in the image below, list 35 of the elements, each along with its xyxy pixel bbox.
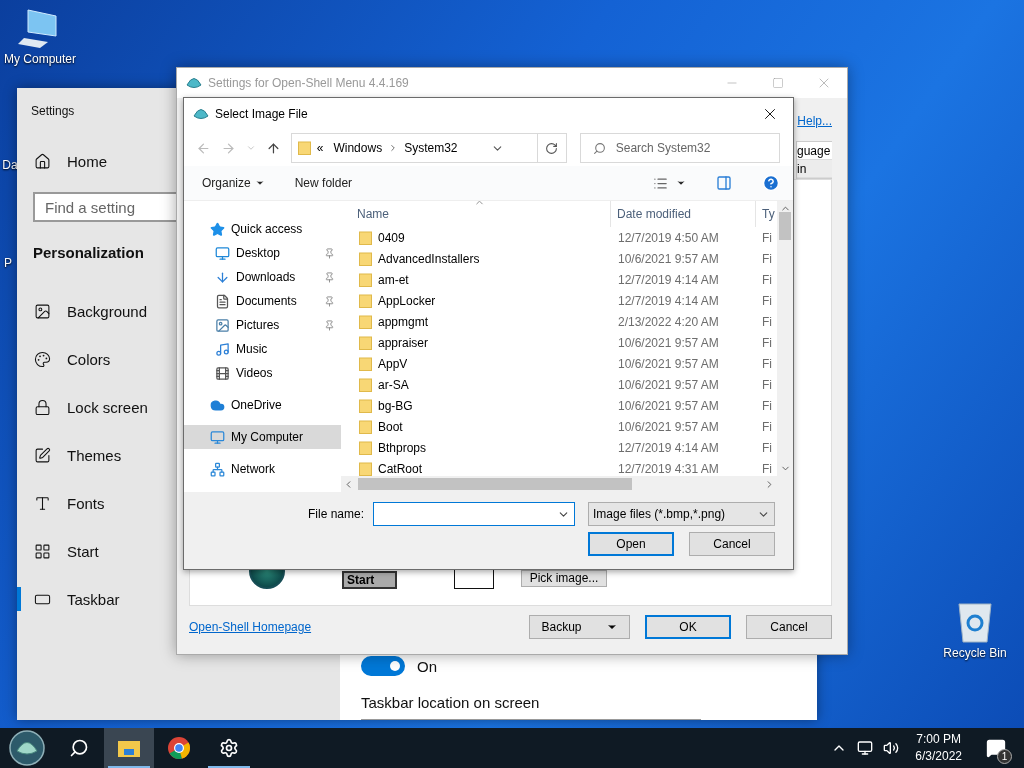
- type-cell-text: Fi: [761, 398, 773, 413]
- window-title: Settings for Open-Shell Menu 4.4.169: [208, 76, 410, 90]
- notification-badge: 1: [997, 749, 1012, 764]
- type-cell-text: Fi: [761, 251, 773, 266]
- setting-label: Taskbar location on screen: [361, 694, 541, 711]
- type-cell-text: Fi: [761, 314, 773, 329]
- date-cell-text: 10/6/2021 9:57 AM: [617, 398, 720, 413]
- type-cell-text: Fi: [761, 293, 773, 308]
- date-cell-text: 12/7/2019 4:14 AM: [617, 440, 720, 455]
- date-cell-text: 2/13/2022 4:20 AM: [617, 314, 720, 329]
- type-cell-text: Fi: [761, 440, 773, 455]
- section-heading: Personalization: [33, 244, 144, 261]
- column-header: guage: [797, 142, 832, 160]
- type-cell-text: Fi: [761, 230, 773, 245]
- type-cell-text: Fi: [761, 377, 773, 392]
- type-cell-text: Fi: [761, 461, 773, 476]
- date-cell-text: 10/6/2021 9:57 AM: [617, 356, 720, 371]
- table-cell: in: [797, 160, 832, 178]
- type-cell-text: Fi: [761, 272, 773, 287]
- date-cell-text: 10/6/2021 9:57 AM: [617, 419, 720, 434]
- date-cell-text: 12/7/2019 4:14 AM: [617, 293, 720, 308]
- date-cell-text: 10/6/2021 9:57 AM: [617, 377, 720, 392]
- date-cell-text: 10/6/2021 9:57 AM: [617, 335, 720, 350]
- date-cell-text: 12/7/2019 4:14 AM: [617, 272, 720, 287]
- date-cell-text: 12/7/2019 4:31 AM: [617, 461, 720, 476]
- type-cell-text: Fi: [761, 335, 773, 350]
- window-title: Settings: [31, 104, 75, 118]
- type-cell-text: Fi: [761, 419, 773, 434]
- type-cell-text: Fi: [761, 356, 773, 371]
- date-cell-text: 10/6/2021 9:57 AM: [617, 251, 720, 266]
- dialog-title: Select Image File: [215, 107, 309, 121]
- file-name-label: File name:: [306, 507, 365, 521]
- date-cell-text: 12/7/2019 4:50 AM: [617, 230, 720, 245]
- start-button-image: Start: [342, 571, 397, 589]
- toggle-label: On: [417, 657, 437, 675]
